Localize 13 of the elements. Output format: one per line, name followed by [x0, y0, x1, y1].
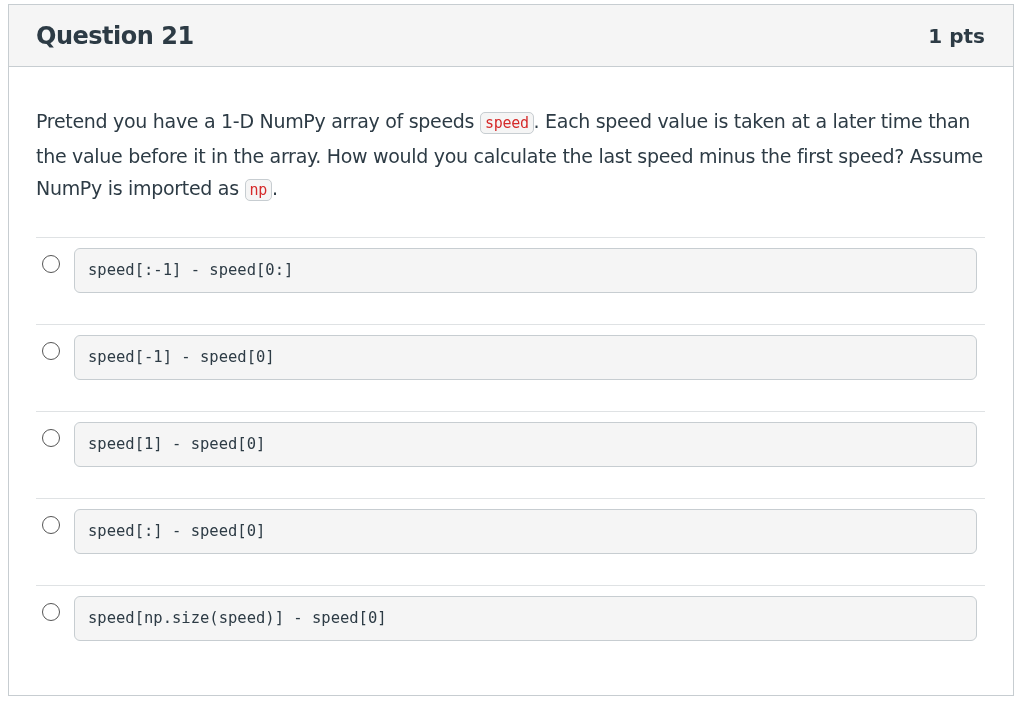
answer-option[interactable]: speed[-1] - speed[0]	[74, 334, 977, 380]
question-points: 1 pts	[928, 23, 985, 48]
answer-option[interactable]: speed[:-1] - speed[0:]	[74, 247, 977, 293]
radio-button[interactable]	[42, 428, 60, 447]
radio-button[interactable]	[42, 602, 60, 621]
radio-button[interactable]	[42, 515, 60, 534]
answer-option[interactable]: speed[np.size(speed)] - speed[0]	[74, 595, 977, 641]
question-text: Pretend you have a 1-D NumPy array of speeds speed . Each speed value is taken at a later time than the value before it in the array. How would you calculate the last speed minus the first speed? Assume NumPy is imported as np .	[36, 109, 984, 203]
radio-button[interactable]	[42, 254, 60, 273]
answer-option[interactable]: speed[1] - speed[0]	[74, 421, 977, 467]
question-title: Question 21	[36, 21, 194, 50]
radio-button[interactable]	[42, 341, 60, 360]
answer-option[interactable]: speed[:] - speed[0]	[74, 508, 977, 554]
